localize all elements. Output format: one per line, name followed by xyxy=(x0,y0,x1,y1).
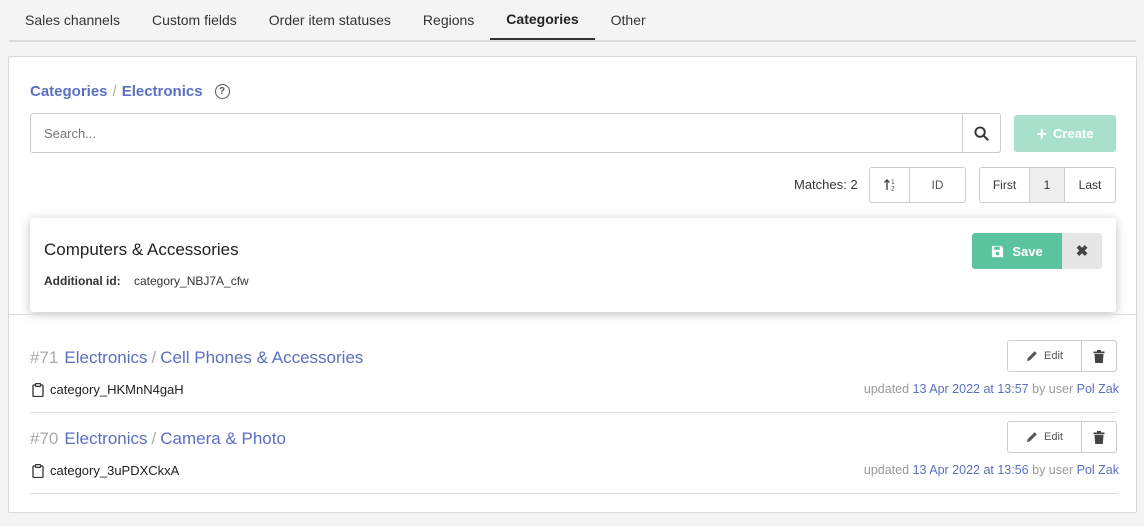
search-button[interactable] xyxy=(962,114,1000,152)
pagination: First 1 Last xyxy=(979,167,1116,203)
updated-prefix: updated xyxy=(863,382,910,396)
edit-label: Edit xyxy=(1044,350,1063,362)
category-name-input[interactable] xyxy=(44,240,644,260)
create-label: Create xyxy=(1053,126,1094,141)
edit-label: Edit xyxy=(1044,431,1063,443)
updated-user-link[interactable]: Pol Zak xyxy=(1077,463,1119,477)
updated-by-label: by user xyxy=(1032,463,1074,477)
updated-info: updated 13 Apr 2022 at 13:57 by user Pol… xyxy=(864,382,1119,396)
category-title: #71 Electronics / Cell Phones & Accessor… xyxy=(30,348,363,368)
search-icon xyxy=(974,125,989,141)
sort-control: 1 2 ID xyxy=(869,167,966,203)
category-edit-card: Additional id: category_NBJ7A_cfw Save ✖ xyxy=(30,218,1116,312)
first-page-button[interactable]: First xyxy=(980,168,1030,202)
category-parent-link[interactable]: Electronics xyxy=(64,348,147,368)
list-item: #70 Electronics / Camera & Photo categor… xyxy=(30,421,1119,501)
updated-date: 13 Apr 2022 at 13:56 xyxy=(912,463,1029,477)
category-code-text: category_HKMnN4gaH xyxy=(50,382,184,397)
categories-panel: Categories / Electronics ? + Create Matc… xyxy=(8,56,1138,513)
delete-button[interactable] xyxy=(1082,341,1116,371)
pencil-icon xyxy=(1027,432,1037,442)
last-page-button[interactable]: Last xyxy=(1065,168,1115,202)
edit-button[interactable]: Edit xyxy=(1008,341,1082,371)
matches-count: Matches: 2 xyxy=(794,177,858,192)
tab-other[interactable]: Other xyxy=(595,0,662,40)
breadcrumb-root[interactable]: Categories xyxy=(30,83,108,100)
pencil-icon xyxy=(1027,351,1037,361)
updated-by-label: by user xyxy=(1032,382,1074,396)
updated-date: 13 Apr 2022 at 13:57 xyxy=(912,382,1029,396)
plus-icon: + xyxy=(1036,123,1048,144)
search-box xyxy=(30,113,1001,153)
svg-text:2: 2 xyxy=(891,186,895,193)
row-divider xyxy=(30,412,1117,413)
category-number: #71 xyxy=(30,348,59,367)
trash-icon xyxy=(1093,349,1105,363)
sort-field-button[interactable]: ID xyxy=(910,168,965,202)
save-button[interactable]: Save xyxy=(972,233,1062,269)
category-name-link[interactable]: Cell Phones & Accessories xyxy=(160,348,363,368)
category-number: #70 xyxy=(30,429,59,448)
additional-id: Additional id: category_NBJ7A_cfw xyxy=(44,274,249,288)
close-icon: ✖ xyxy=(1075,243,1089,260)
category-title: #70 Electronics / Camera & Photo xyxy=(30,429,286,449)
updated-user-link[interactable]: Pol Zak xyxy=(1077,382,1119,396)
trash-icon xyxy=(1093,430,1105,444)
category-name-link[interactable]: Camera & Photo xyxy=(160,429,286,449)
category-code: category_HKMnN4gaH xyxy=(32,382,184,397)
row-actions: Edit xyxy=(1007,421,1117,453)
breadcrumb-current[interactable]: Electronics xyxy=(122,83,203,100)
category-separator: / xyxy=(151,348,157,367)
tab-sales-channels[interactable]: Sales channels xyxy=(9,0,136,40)
category-separator: / xyxy=(151,429,157,448)
updated-info: updated 13 Apr 2022 at 13:56 by user Pol… xyxy=(864,463,1119,477)
help-icon[interactable]: ? xyxy=(214,84,230,99)
settings-tabs: Sales channels Custom fields Order item … xyxy=(9,0,1136,42)
divider xyxy=(9,314,1138,315)
row-actions: Edit xyxy=(1007,340,1117,372)
edit-button[interactable]: Edit xyxy=(1008,422,1082,452)
additional-id-label: Additional id: xyxy=(44,274,121,288)
category-parent-link[interactable]: Electronics xyxy=(64,429,147,449)
category-code-text: category_3uPDXCkxA xyxy=(50,463,180,478)
additional-id-value[interactable]: category_NBJ7A_cfw xyxy=(134,274,249,288)
tab-categories[interactable]: Categories xyxy=(490,0,595,40)
breadcrumb-separator: / xyxy=(112,83,117,100)
row-divider xyxy=(30,493,1117,494)
category-code: category_3uPDXCkxA xyxy=(32,463,179,478)
clipboard-icon[interactable] xyxy=(32,382,44,397)
tab-order-item-statuses[interactable]: Order item statuses xyxy=(253,0,407,40)
updated-prefix: updated xyxy=(863,463,910,477)
search-input[interactable] xyxy=(31,114,962,152)
save-label: Save xyxy=(1012,243,1043,259)
sort-order-button[interactable]: 1 2 xyxy=(870,168,910,202)
tab-regions[interactable]: Regions xyxy=(407,0,490,40)
floppy-icon xyxy=(992,245,1004,257)
cancel-button[interactable]: ✖ xyxy=(1062,233,1102,269)
create-button[interactable]: + Create xyxy=(1014,115,1116,152)
sort-icon: 1 2 xyxy=(883,179,895,193)
delete-button[interactable] xyxy=(1082,422,1116,452)
breadcrumb: Categories / Electronics ? xyxy=(30,83,230,100)
clipboard-icon[interactable] xyxy=(32,463,44,478)
page-number-button[interactable]: 1 xyxy=(1030,168,1065,202)
list-item: #71 Electronics / Cell Phones & Accessor… xyxy=(30,340,1119,420)
tab-custom-fields[interactable]: Custom fields xyxy=(136,0,253,40)
